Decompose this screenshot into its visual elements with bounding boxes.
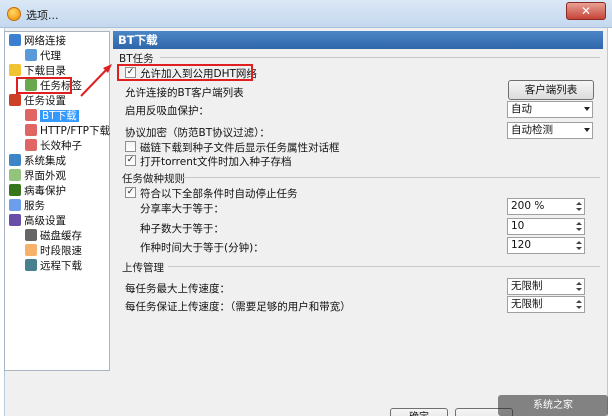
system-icon xyxy=(9,154,21,166)
auto-stop-label: 符合以下全部条件时自动停止任务 xyxy=(140,188,298,200)
spin-down-icon[interactable] xyxy=(576,228,582,231)
anti-leech-label: 启用反吸血保护： xyxy=(125,105,209,117)
tree-item-bt-download[interactable]: BT下载 xyxy=(25,108,79,124)
tree-item-long-seed[interactable]: 长效种子 xyxy=(25,138,82,154)
seed-time-input[interactable]: 120 xyxy=(507,237,585,254)
tree-item-http-ftp[interactable]: HTTP/FTP下载 xyxy=(25,123,110,139)
encryption-select[interactable]: 自动检测 xyxy=(507,122,593,139)
spin-up-icon[interactable] xyxy=(576,241,582,244)
share-ratio-value: 200 % xyxy=(511,200,545,212)
panel-header: BT下载 xyxy=(113,31,603,49)
spin-down-icon[interactable] xyxy=(576,247,582,250)
seeds-label: 种子数大于等于： xyxy=(140,223,224,235)
clock-icon xyxy=(25,244,37,256)
guaranteed-upload-input[interactable]: 无限制 xyxy=(507,296,585,313)
title-bar: 选项... ✕ xyxy=(0,0,612,28)
network-icon xyxy=(9,34,21,46)
spin-down-icon[interactable] xyxy=(576,208,582,211)
close-icon: ✕ xyxy=(580,4,592,18)
max-upload-label: 每任务最大上传速度： xyxy=(125,283,230,295)
spin-down-icon[interactable] xyxy=(576,306,582,309)
section-divider xyxy=(168,266,600,267)
tree-item-system[interactable]: 系统集成 xyxy=(9,153,66,169)
seed-time-label: 作种时间大于等于(分钟)： xyxy=(140,242,264,254)
tree-item-task-settings[interactable]: 任务设置 xyxy=(9,93,66,109)
close-button[interactable]: ✕ xyxy=(566,2,606,20)
spin-up-icon[interactable] xyxy=(576,300,582,303)
spin-up-icon[interactable] xyxy=(576,202,582,205)
section-divider xyxy=(182,177,600,178)
spin-up-icon[interactable] xyxy=(576,282,582,285)
share-ratio-label: 分享率大于等于： xyxy=(140,203,224,215)
encryption-label: 协议加密（防范BT协议过滤）： xyxy=(125,127,270,139)
advanced-icon xyxy=(9,214,21,226)
remote-icon xyxy=(25,259,37,271)
service-icon xyxy=(9,199,21,211)
torrent-label: 打开torrent文件时加入种子存档 xyxy=(140,156,292,168)
folder-icon xyxy=(9,64,21,76)
section-divider xyxy=(160,57,600,58)
magnet-checkbox[interactable] xyxy=(125,141,136,152)
section-seed-rules: 任务做种规则 xyxy=(122,173,185,185)
tree-item-disk-cache[interactable]: 磁盘缓存 xyxy=(25,228,82,244)
annotation-highlight-tree xyxy=(16,77,72,94)
max-upload-input[interactable]: 无限制 xyxy=(507,278,585,295)
tree-item-service[interactable]: 服务 xyxy=(9,198,45,214)
tree-item-virus[interactable]: 病毒保护 xyxy=(9,183,66,199)
chevron-down-icon xyxy=(584,107,590,111)
seed-time-value: 120 xyxy=(511,239,532,251)
annotation-arrow xyxy=(80,64,112,97)
spin-up-icon[interactable] xyxy=(576,222,582,225)
ok-button-label: 确定 xyxy=(409,408,429,416)
share-ratio-input[interactable]: 200 % xyxy=(507,198,585,215)
bt-icon xyxy=(25,109,37,121)
guaranteed-upload-label: 每任务保证上传速度：（需要足够的用户和带宽） xyxy=(125,301,351,313)
appearance-icon xyxy=(9,169,21,181)
guaranteed-upload-value: 无限制 xyxy=(511,298,543,310)
seeds-value: 10 xyxy=(511,220,525,232)
section-upload: 上传管理 xyxy=(122,262,164,274)
tree-item-advanced[interactable]: 高级设置 xyxy=(9,213,66,229)
tree-item-time-limit[interactable]: 时段限速 xyxy=(25,243,82,259)
seeds-input[interactable]: 10 xyxy=(507,218,585,235)
disk-icon xyxy=(25,229,37,241)
seed-icon xyxy=(25,139,37,151)
watermark: 系统之家 xyxy=(498,395,608,416)
anti-leech-select[interactable]: 自动 xyxy=(507,101,593,118)
shield-icon xyxy=(9,184,21,196)
annotation-highlight-dht xyxy=(117,64,253,81)
tree-item-proxy[interactable]: 代理 xyxy=(25,48,61,64)
http-ftp-icon xyxy=(25,124,37,136)
window-title: 选项... xyxy=(26,9,59,22)
magnet-label: 磁链下载到种子文件后显示任务属性对话框 xyxy=(140,142,340,154)
encryption-value: 自动检测 xyxy=(511,124,553,136)
client-list-label: 允许连接的BT客户端列表 xyxy=(125,87,244,99)
app-icon xyxy=(7,7,21,21)
anti-leech-value: 自动 xyxy=(511,103,532,115)
auto-stop-checkbox[interactable]: ✓ xyxy=(125,187,136,198)
client-list-button[interactable]: 客户端列表 xyxy=(508,80,594,100)
tree-item-network[interactable]: 网络连接 xyxy=(9,33,66,49)
chevron-down-icon xyxy=(584,128,590,132)
torrent-checkbox[interactable]: ✓ xyxy=(125,155,136,166)
max-upload-value: 无限制 xyxy=(511,280,543,292)
tree-item-remote[interactable]: 远程下载 xyxy=(25,258,82,274)
task-settings-icon xyxy=(9,94,21,106)
spin-down-icon[interactable] xyxy=(576,288,582,291)
proxy-icon xyxy=(25,49,37,61)
tree-item-appearance[interactable]: 界面外观 xyxy=(9,168,66,184)
ok-button[interactable]: 确定 xyxy=(390,408,448,416)
